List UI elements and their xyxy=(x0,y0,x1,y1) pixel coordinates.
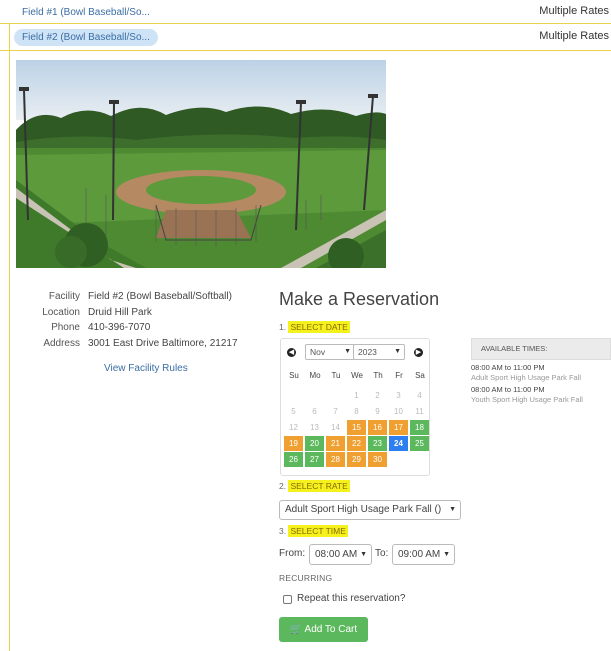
rate-select[interactable]: Adult Sport High Usage Park Fall () ▼ xyxy=(279,500,461,520)
recurring-label: RECURRING xyxy=(279,573,333,583)
repeat-checkbox[interactable] xyxy=(283,595,292,604)
step-number: 1. xyxy=(279,322,287,332)
calendar-day-available[interactable]: 17 xyxy=(389,420,408,435)
step-select-time: 3. SELECT TIME xyxy=(279,525,348,537)
facility-value: Field #2 (Bowl Baseball/Softball) xyxy=(88,291,232,302)
weekday-label: Fr xyxy=(395,371,403,380)
calendar-day: 14 xyxy=(331,423,340,432)
from-label: From: xyxy=(279,548,306,559)
calendar-day-available[interactable]: 30 xyxy=(368,452,387,467)
facility-label: Facility xyxy=(48,291,80,302)
view-facility-rules-link[interactable]: View Facility Rules xyxy=(104,363,188,374)
location-value: Druid Hill Park xyxy=(88,306,152,318)
calendar-day: 12 xyxy=(289,423,298,432)
chevron-down-icon: ▼ xyxy=(443,551,450,558)
address-value: 3001 East Drive Baltimore, 21217 xyxy=(88,337,238,349)
calendar-day-selected[interactable]: 24 xyxy=(389,436,408,451)
step-label: SELECT RATE xyxy=(288,480,350,492)
step-select-date: 1. SELECT DATE xyxy=(279,321,350,333)
calendar-day: 2 xyxy=(375,391,380,400)
phone-value: 410-396-7070 xyxy=(88,322,151,333)
field-row-2[interactable]: Field #2 (Bowl Baseball/So... Multiple R… xyxy=(0,25,611,51)
step-number: 3. xyxy=(279,526,287,536)
calendar-day: 4 xyxy=(417,391,422,400)
step-select-rate: 2. SELECT RATE xyxy=(279,480,350,492)
field-rate: Multiple Rates xyxy=(539,30,609,42)
month-value: Nov xyxy=(310,347,326,357)
address-label: Address xyxy=(43,337,80,349)
chevron-down-icon: ▼ xyxy=(344,348,351,355)
add-to-cart-label: Add To Cart xyxy=(304,624,358,635)
calendar-day: 9 xyxy=(375,407,380,416)
calendar-day: 5 xyxy=(291,407,296,416)
chevron-down-icon: ▼ xyxy=(360,551,367,558)
calendar-day-available[interactable]: 20 xyxy=(305,436,324,451)
slot-rate: Youth Sport High Usage Park Fall xyxy=(471,395,583,404)
chevron-down-icon: ▼ xyxy=(394,348,401,355)
from-time-value: 08:00 AM xyxy=(315,549,358,560)
left-accent-rule xyxy=(9,24,10,651)
calendar-day: 3 xyxy=(396,391,401,400)
available-times-header: AVAILABLE TIMES: xyxy=(471,338,611,360)
chevron-down-icon: ▼ xyxy=(449,506,456,513)
calendar-day: 11 xyxy=(415,407,424,416)
next-month-icon[interactable]: ▶ xyxy=(414,348,423,357)
calendar: ◀ Nov ▼ 2023 ▼ ▶ Su Mo Tu We Th Fr Sa 1 … xyxy=(280,338,430,476)
facility-photo xyxy=(16,60,386,268)
calendar-day-available[interactable]: 19 xyxy=(284,436,303,451)
weekday-label: Tu xyxy=(331,371,341,380)
calendar-day-available[interactable]: 21 xyxy=(326,436,345,451)
field-name[interactable]: Field #1 (Bowl Baseball/So... xyxy=(14,4,158,21)
step-number: 2. xyxy=(279,481,287,491)
calendar-day-available[interactable]: 22 xyxy=(347,436,366,451)
calendar-day-available[interactable]: 28 xyxy=(326,452,345,467)
calendar-day-available[interactable]: 29 xyxy=(347,452,366,467)
step-label: SELECT TIME xyxy=(288,525,348,537)
calendar-day: 7 xyxy=(333,407,338,416)
slot-rate: Adult Sport High Usage Park Fall xyxy=(471,373,582,382)
slot-time: 08:00 AM to 11:00 PM xyxy=(471,363,545,372)
calendar-day: 8 xyxy=(354,407,359,416)
field-rate: Multiple Rates xyxy=(539,5,609,17)
slot-time: 08:00 AM to 11:00 PM xyxy=(471,385,545,394)
calendar-day: 10 xyxy=(394,407,403,416)
to-time-value: 09:00 AM xyxy=(398,549,441,560)
phone-label: Phone xyxy=(51,322,80,333)
from-time-select[interactable]: 08:00 AM ▼ xyxy=(309,544,372,565)
calendar-day-available[interactable]: 16 xyxy=(368,420,387,435)
weekday-label: Th xyxy=(373,371,383,380)
calendar-day: 1 xyxy=(354,391,359,400)
repeat-label[interactable]: Repeat this reservation? xyxy=(297,593,405,604)
year-value: 2023 xyxy=(358,347,377,357)
add-to-cart-button[interactable]: 🛒 Add To Cart xyxy=(279,617,368,642)
reservation-title: Make a Reservation xyxy=(279,289,440,309)
calendar-day-available[interactable]: 27 xyxy=(305,452,324,467)
weekday-label: Su xyxy=(289,371,299,380)
prev-month-icon[interactable]: ◀ xyxy=(287,348,296,357)
year-select[interactable]: 2023 ▼ xyxy=(353,344,405,360)
field-row-1[interactable]: Field #1 (Bowl Baseball/So... Multiple R… xyxy=(0,0,611,24)
weekday-label: Sa xyxy=(415,371,425,380)
calendar-day: 13 xyxy=(310,423,319,432)
calendar-day-available[interactable]: 25 xyxy=(410,436,429,451)
calendar-day-available[interactable]: 23 xyxy=(368,436,387,451)
to-label: To: xyxy=(375,548,389,559)
calendar-day-available[interactable]: 15 xyxy=(347,420,366,435)
calendar-day-available[interactable]: 26 xyxy=(284,452,303,467)
field-name-selected[interactable]: Field #2 (Bowl Baseball/So... xyxy=(14,29,158,46)
month-select[interactable]: Nov ▼ xyxy=(305,344,355,360)
calendar-day: 6 xyxy=(312,407,317,416)
location-label: Location xyxy=(42,306,80,318)
weekday-label: Mo xyxy=(309,371,321,380)
weekday-label: We xyxy=(351,371,363,380)
step-label: SELECT DATE xyxy=(288,321,350,333)
available-times-panel: AVAILABLE TIMES: 08:00 AM to 11:00 PM Ad… xyxy=(471,338,611,404)
to-time-select[interactable]: 09:00 AM ▼ xyxy=(392,544,455,565)
rate-select-value: Adult Sport High Usage Park Fall () xyxy=(285,504,442,515)
calendar-day-available[interactable]: 18 xyxy=(410,420,429,435)
cart-icon: 🛒 xyxy=(289,624,303,635)
